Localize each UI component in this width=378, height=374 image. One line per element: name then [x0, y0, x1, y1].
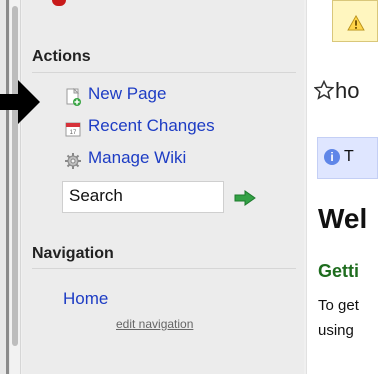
navigation-divider: [32, 268, 296, 269]
paragraph-line-1: To get: [318, 297, 359, 314]
actions-divider: [32, 72, 296, 73]
getting-started-heading: Getti: [318, 261, 360, 281]
window-left-border-line: [6, 0, 9, 374]
page-title: ho: [335, 78, 360, 103]
warning-icon: [347, 15, 365, 31]
welcome-heading: Wel: [318, 203, 368, 234]
window-left-border: [0, 0, 10, 374]
action-new-page-label: New Page: [88, 84, 167, 103]
actions-section-title: Actions: [32, 48, 91, 65]
calendar-icon: 17: [65, 122, 81, 137]
info-icon: i: [324, 149, 340, 165]
paragraph-line-2: using: [318, 322, 354, 339]
star-icon[interactable]: [314, 80, 334, 100]
warning-banner: [332, 0, 378, 42]
action-manage-wiki-label: Manage Wiki: [88, 148, 187, 167]
svg-text:17: 17: [70, 130, 77, 136]
new-page-icon: [66, 88, 81, 106]
go-arrow-icon[interactable]: [233, 189, 257, 207]
pointer-arrow-icon: [0, 80, 40, 124]
edit-navigation-link[interactable]: edit navigation: [116, 317, 193, 331]
info-text: T: [344, 148, 354, 165]
gear-icon: [65, 153, 81, 169]
nav-home-link[interactable]: Home: [63, 289, 108, 309]
search-input[interactable]: Search: [62, 181, 224, 213]
navigation-section-title: Navigation: [32, 245, 114, 262]
main-content: [306, 0, 378, 374]
scrollbar-thumb[interactable]: [12, 6, 18, 346]
action-recent-changes-label: Recent Changes: [88, 116, 215, 135]
